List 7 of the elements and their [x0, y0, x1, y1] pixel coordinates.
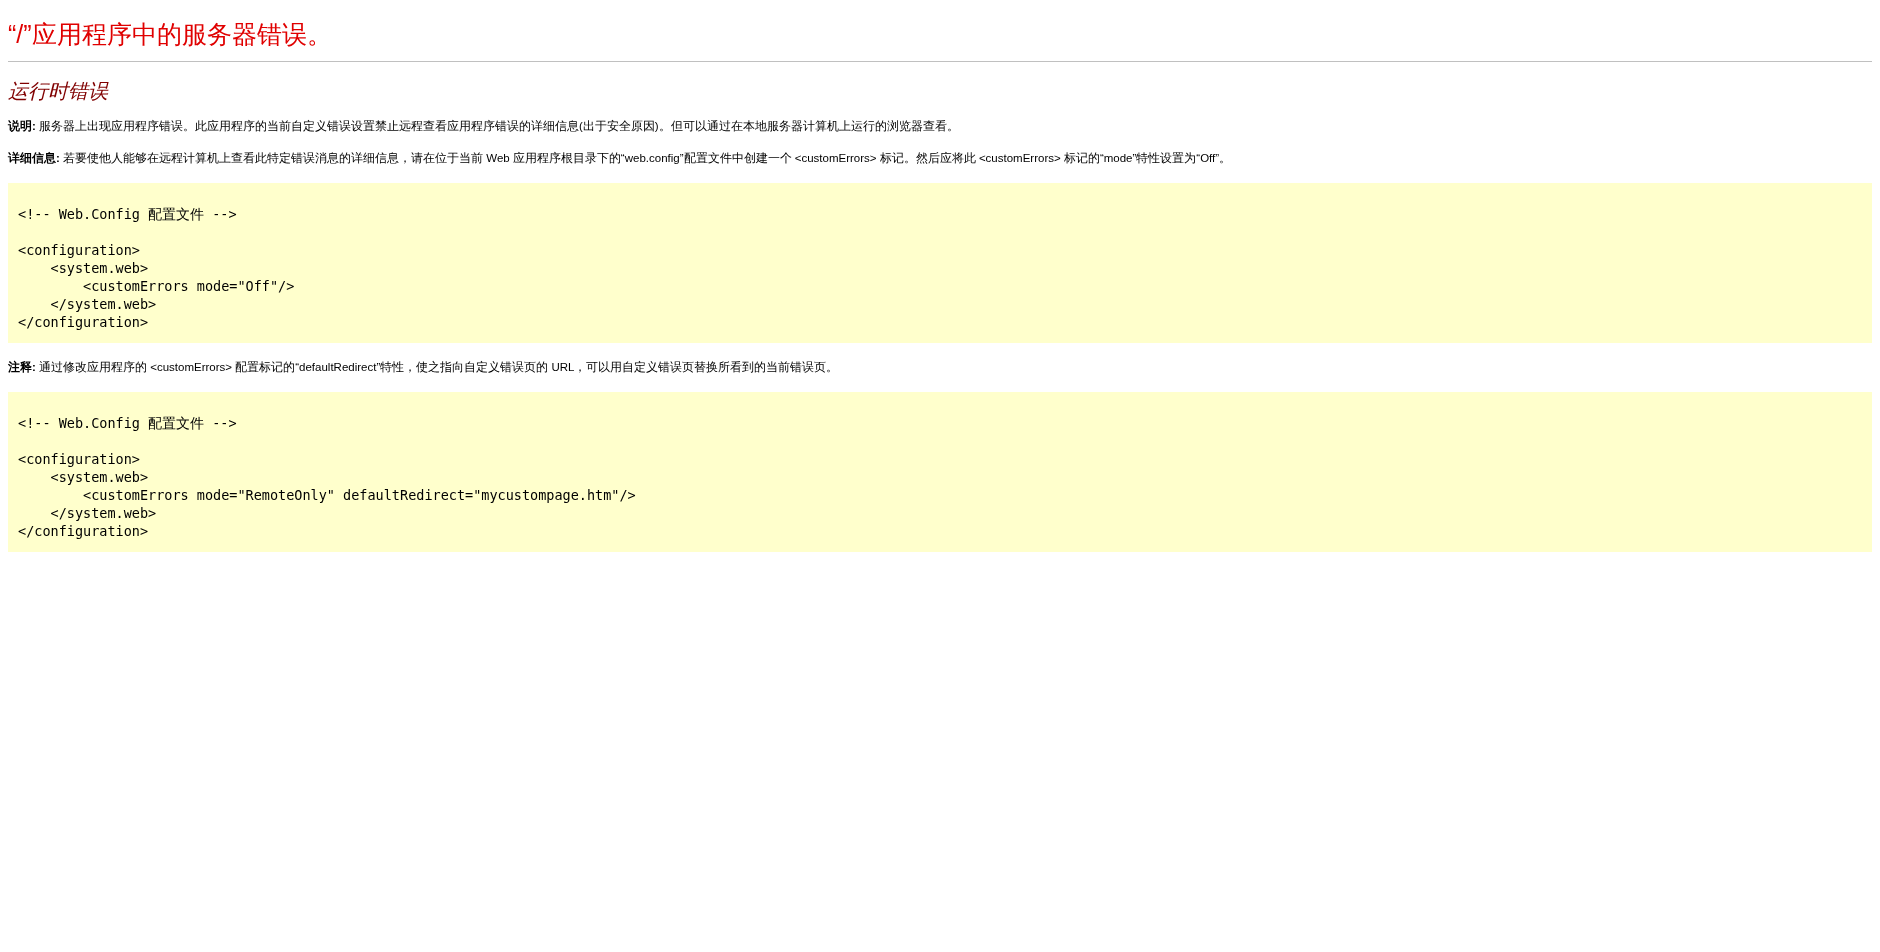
code-block: <!-- Web.Config 配置文件 --> <configuration> <system.web> <customErrors mode="RemoteOnly" defaultRedirect="mycustompage.htm"/> </system.web> </configuration> — [8, 392, 1872, 552]
description-text: 说明: 服务器上出现应用程序错误。此应用程序的当前自定义错误设置禁止远程查看应用程序错误的详细信息(出于安全原因)。但可以通过在本地服务器计算机上运行的浏览器查看。 — [8, 119, 960, 134]
details-text: 详细信息: 若要使他人能够在远程计算机上查看此特定错误消息的详细信息，请在位于当前 Web 应用程序根目录下的“web.config”配置文件中创建一个 <customErrors> 标记。然后应将此 <customErrors> 标记的“mode”特性设置为“Off”。 — [8, 151, 1233, 166]
code-block: <!-- Web.Config 配置文件 --> <configuration> <system.web> <customErrors mode="Off"/> </system.web> </configuration> — [8, 183, 1872, 343]
notes-text: 注释: 通过修改应用程序的 <customErrors> 配置标记的“defaultRedirect”特性，使之指向自定义错误页的 URL，可以用自定义错误页替换所看到的当前错误页。 — [8, 360, 840, 375]
error-subtitle: 运行时错误 — [8, 79, 110, 104]
page-title: “/”应用程序中的服务器错误。 — [8, 19, 333, 50]
